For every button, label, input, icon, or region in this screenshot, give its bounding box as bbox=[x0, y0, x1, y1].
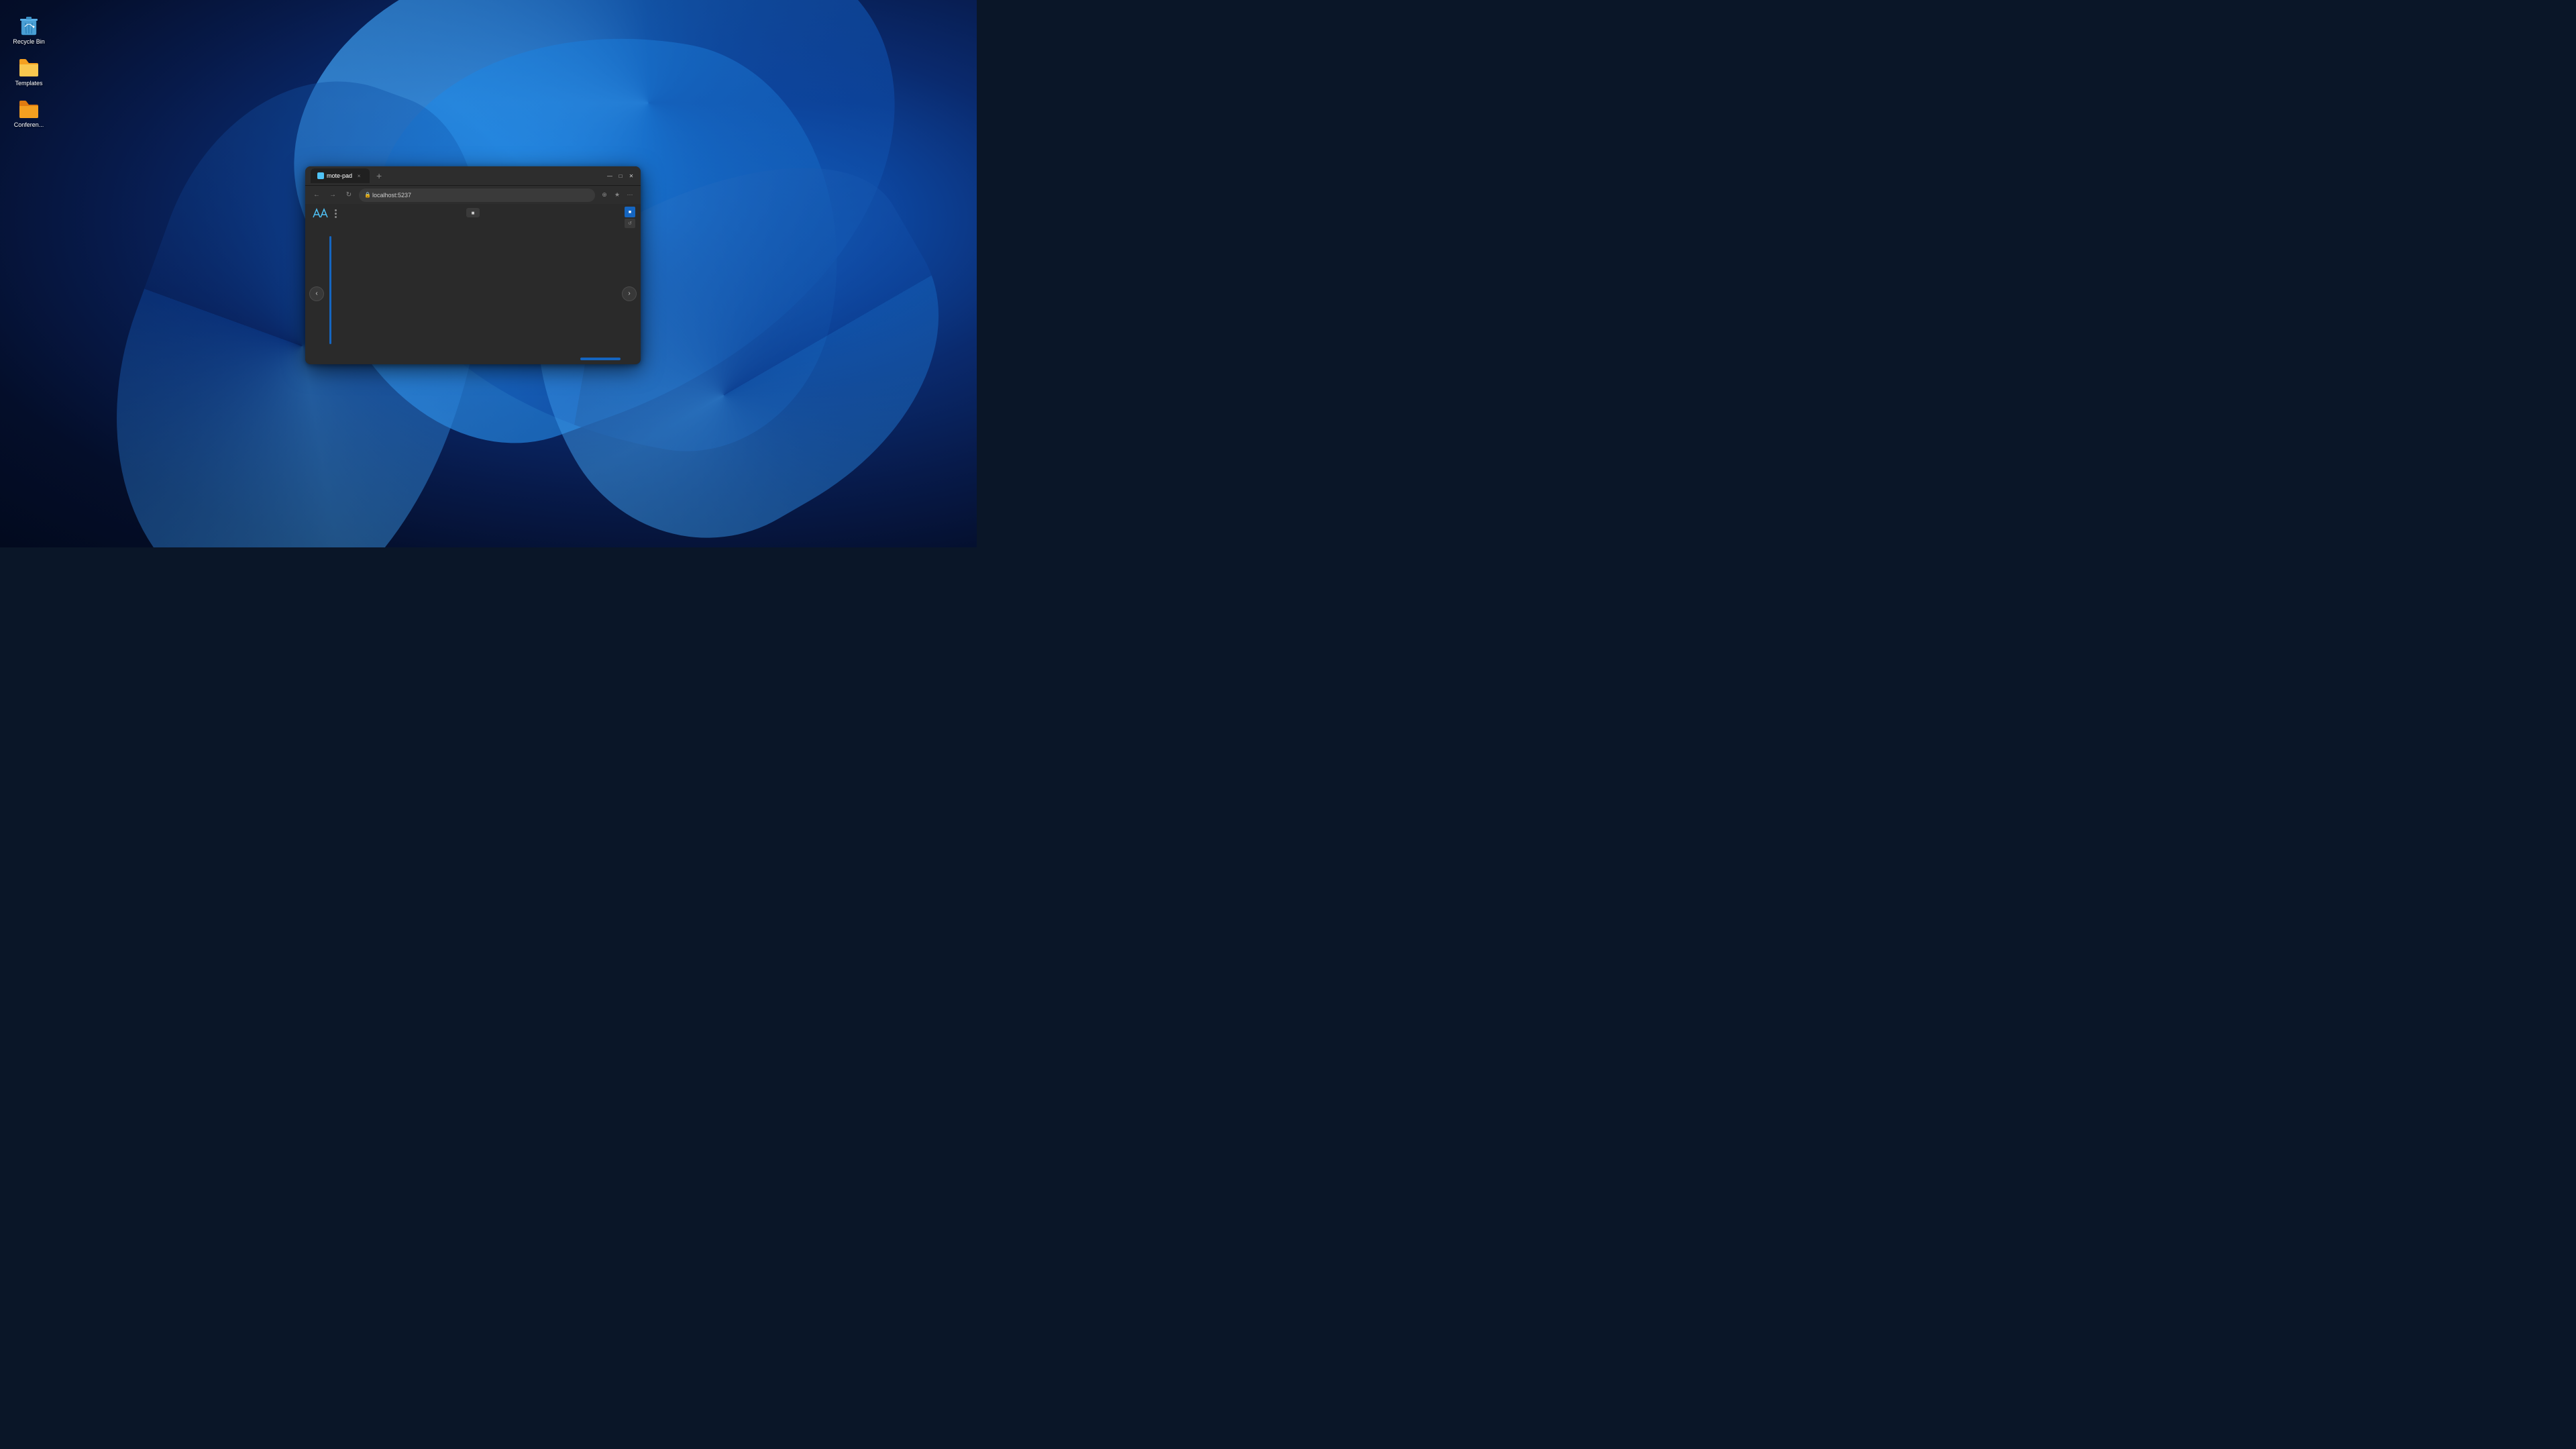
browser-window: mote-pad × + — □ ✕ ← → ↻ 🔒 bbox=[305, 166, 641, 364]
main-area: ‹ › bbox=[305, 223, 641, 364]
extensions-icon[interactable]: ⊕ bbox=[599, 190, 610, 201]
app-logo-icon bbox=[312, 208, 328, 219]
app-logo bbox=[312, 208, 328, 219]
desktop-icons: Recycle Bin Templates Conferen... bbox=[0, 7, 58, 136]
app-header: ■ ■ ↺ bbox=[305, 204, 641, 223]
tab-close-btn[interactable]: × bbox=[355, 172, 363, 180]
tab-label: mote-pad bbox=[327, 172, 352, 179]
settings-icon[interactable]: ⋯ bbox=[625, 190, 635, 201]
templates-folder-image bbox=[18, 56, 40, 78]
transport-controls: ■ bbox=[466, 208, 480, 217]
close-button[interactable]: ✕ bbox=[627, 172, 635, 180]
templates-folder-icon[interactable]: Templates bbox=[5, 54, 52, 90]
transport-button[interactable]: ■ bbox=[466, 208, 480, 217]
back-button[interactable]: ← bbox=[311, 189, 323, 201]
title-bar: mote-pad × + — □ ✕ bbox=[305, 166, 641, 185]
active-tab[interactable]: mote-pad × bbox=[311, 168, 370, 183]
address-input[interactable]: 🔒 localhost:5237 bbox=[359, 189, 595, 202]
recycle-bin-icon[interactable]: Recycle Bin bbox=[5, 12, 52, 48]
favorites-icon[interactable]: ★ bbox=[612, 190, 623, 201]
maximize-button[interactable]: □ bbox=[616, 172, 625, 180]
new-tab-button[interactable]: + bbox=[372, 169, 386, 182]
refresh-button[interactable]: ↻ bbox=[343, 189, 355, 201]
primary-action-button[interactable]: ■ bbox=[625, 207, 635, 217]
window-controls: — □ ✕ bbox=[606, 172, 635, 180]
tab-area: mote-pad × + bbox=[311, 168, 606, 183]
app-content: ■ ■ ↺ ‹ › bbox=[305, 204, 641, 364]
minimize-button[interactable]: — bbox=[606, 172, 614, 180]
toolbar-icons: ⊕ ★ ⋯ bbox=[599, 190, 635, 201]
conferences-folder-image bbox=[18, 98, 40, 119]
scroll-indicator[interactable] bbox=[580, 358, 621, 360]
prev-arrow[interactable]: ‹ bbox=[309, 286, 324, 301]
conferences-folder-icon[interactable]: Conferen... bbox=[5, 95, 52, 131]
lock-icon: 🔒 bbox=[364, 192, 370, 199]
next-arrow[interactable]: › bbox=[622, 286, 637, 301]
sidebar-menu-toggle[interactable] bbox=[335, 209, 337, 218]
text-cursor-indicator bbox=[329, 236, 331, 344]
conferences-label: Conferen... bbox=[14, 121, 44, 129]
recycle-bin-label: Recycle Bin bbox=[13, 38, 45, 46]
tab-favicon bbox=[317, 172, 324, 179]
address-bar: ← → ↻ 🔒 localhost:5237 ⊕ ★ ⋯ bbox=[305, 185, 641, 204]
recycle-bin-image bbox=[18, 15, 40, 36]
forward-button[interactable]: → bbox=[327, 189, 339, 201]
url-text: localhost:5237 bbox=[372, 192, 411, 199]
templates-label: Templates bbox=[15, 80, 42, 87]
